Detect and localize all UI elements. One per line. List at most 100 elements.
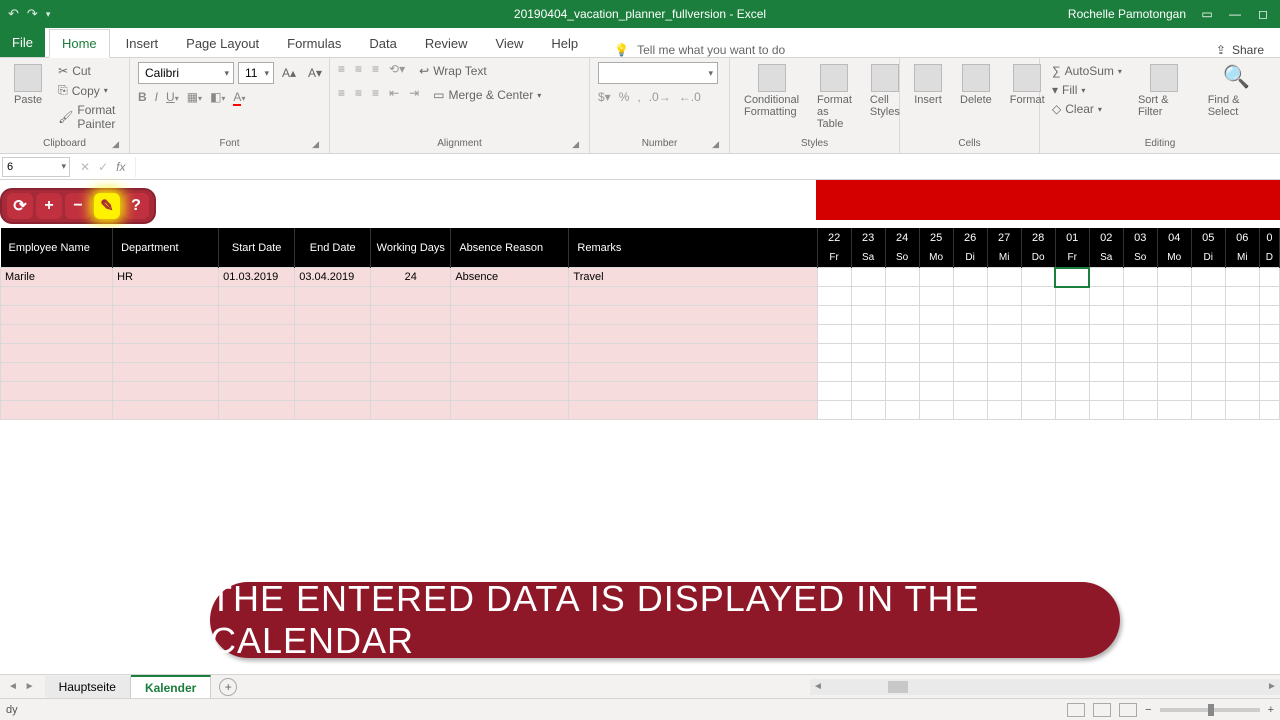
- tab-insert[interactable]: Insert: [114, 30, 171, 57]
- calendar-cell[interactable]: [817, 268, 851, 287]
- calendar-cell[interactable]: [851, 306, 885, 325]
- calendar-cell[interactable]: [953, 325, 987, 344]
- calendar-cell[interactable]: [817, 382, 851, 401]
- tab-home[interactable]: Home: [49, 29, 110, 58]
- calendar-cell[interactable]: [817, 287, 851, 306]
- calendar-cell[interactable]: [1055, 382, 1089, 401]
- minimize-icon[interactable]: —: [1228, 7, 1242, 21]
- page-break-view-button[interactable]: [1119, 703, 1137, 717]
- empty-cell[interactable]: [569, 401, 817, 420]
- calendar-cell[interactable]: [919, 382, 953, 401]
- calendar-cell[interactable]: [1259, 401, 1279, 420]
- calendar-cell[interactable]: [1055, 344, 1089, 363]
- decrease-indent-icon[interactable]: ⇤: [389, 86, 399, 104]
- calendar-cell[interactable]: [851, 325, 885, 344]
- empty-cell[interactable]: [113, 401, 219, 420]
- calendar-cell[interactable]: [1089, 363, 1123, 382]
- percent-icon[interactable]: %: [619, 90, 630, 104]
- calendar-cell[interactable]: [1157, 306, 1191, 325]
- delete-cells-button[interactable]: Delete: [954, 62, 998, 108]
- calendar-cell[interactable]: [1157, 287, 1191, 306]
- calendar-cell[interactable]: [1259, 382, 1279, 401]
- calendar-cell[interactable]: [885, 363, 919, 382]
- calendar-cell[interactable]: [1123, 287, 1157, 306]
- empty-cell[interactable]: [1, 325, 113, 344]
- calendar-cell[interactable]: [1123, 401, 1157, 420]
- cell-end[interactable]: 03.04.2019: [295, 268, 371, 287]
- empty-cell[interactable]: [113, 382, 219, 401]
- empty-cell[interactable]: [295, 363, 371, 382]
- calendar-cell[interactable]: [1021, 306, 1055, 325]
- calendar-cell[interactable]: [1021, 344, 1055, 363]
- align-right-icon[interactable]: ≡: [372, 86, 379, 104]
- calendar-cell[interactable]: [987, 325, 1021, 344]
- empty-cell[interactable]: [569, 363, 817, 382]
- empty-cell[interactable]: [371, 401, 451, 420]
- maximize-icon[interactable]: ◻: [1256, 7, 1270, 21]
- calendar-cell[interactable]: [1225, 268, 1259, 287]
- empty-cell[interactable]: [295, 344, 371, 363]
- name-box[interactable]: 6: [2, 157, 70, 177]
- calendar-cell[interactable]: [1021, 325, 1055, 344]
- calendar-cell[interactable]: [1157, 401, 1191, 420]
- calendar-cell[interactable]: [817, 363, 851, 382]
- calendar-cell[interactable]: [1055, 306, 1089, 325]
- dialog-launcher-icon[interactable]: ◢: [712, 139, 719, 150]
- scrollbar-thumb[interactable]: [888, 681, 908, 693]
- font-size-select[interactable]: 11: [238, 62, 274, 84]
- calendar-cell[interactable]: [1123, 382, 1157, 401]
- empty-cell[interactable]: [295, 325, 371, 344]
- empty-cell[interactable]: [219, 306, 295, 325]
- calendar-cell[interactable]: [885, 287, 919, 306]
- help-button[interactable]: ?: [123, 193, 149, 219]
- empty-cell[interactable]: [451, 325, 569, 344]
- empty-cell[interactable]: [451, 401, 569, 420]
- autosum-button[interactable]: ∑AutoSum▾: [1048, 62, 1126, 80]
- calendar-cell[interactable]: [851, 287, 885, 306]
- decrease-decimal-icon[interactable]: ←.0: [679, 90, 701, 104]
- zoom-out-button[interactable]: −: [1145, 704, 1151, 716]
- calendar-cell[interactable]: [1055, 268, 1089, 287]
- format-as-table-button[interactable]: Format as Table: [811, 62, 858, 132]
- empty-cell[interactable]: [371, 363, 451, 382]
- cell-days[interactable]: 24: [371, 268, 451, 287]
- empty-cell[interactable]: [219, 344, 295, 363]
- empty-cell[interactable]: [371, 325, 451, 344]
- border-button[interactable]: ▦▾: [187, 90, 202, 104]
- calendar-cell[interactable]: [1191, 382, 1225, 401]
- font-color-button[interactable]: A▾: [233, 90, 245, 104]
- calendar-cell[interactable]: [987, 344, 1021, 363]
- calendar-cell[interactable]: [953, 363, 987, 382]
- empty-cell[interactable]: [113, 344, 219, 363]
- wrap-text-button[interactable]: ↩Wrap Text: [415, 62, 491, 80]
- calendar-cell[interactable]: [1089, 401, 1123, 420]
- calendar-cell[interactable]: [1191, 344, 1225, 363]
- empty-cell[interactable]: [451, 306, 569, 325]
- user-name[interactable]: Rochelle Pamotongan: [1068, 7, 1186, 21]
- calendar-cell[interactable]: [1157, 325, 1191, 344]
- empty-cell[interactable]: [371, 382, 451, 401]
- scroll-left-icon[interactable]: ◄: [810, 681, 826, 692]
- format-painter-button[interactable]: 🖌Format Painter: [54, 101, 121, 133]
- calendar-cell[interactable]: [953, 382, 987, 401]
- conditional-formatting-button[interactable]: Conditional Formatting: [738, 62, 805, 120]
- calendar-cell[interactable]: [1191, 268, 1225, 287]
- calendar-cell[interactable]: [919, 287, 953, 306]
- empty-cell[interactable]: [569, 344, 817, 363]
- calendar-cell[interactable]: [1191, 325, 1225, 344]
- increase-decimal-icon[interactable]: .0→: [649, 90, 671, 104]
- calendar-cell[interactable]: [1021, 268, 1055, 287]
- increase-indent-icon[interactable]: ⇥: [409, 86, 419, 104]
- comma-icon[interactable]: ,: [637, 90, 640, 104]
- fill-color-button[interactable]: ◧▾: [210, 90, 225, 104]
- zoom-slider[interactable]: [1160, 708, 1260, 712]
- calendar-cell[interactable]: [885, 306, 919, 325]
- cell-name[interactable]: Marile: [1, 268, 113, 287]
- calendar-cell[interactable]: [1123, 325, 1157, 344]
- calendar-cell[interactable]: [1021, 382, 1055, 401]
- accounting-format-icon[interactable]: $▾: [598, 90, 611, 104]
- page-layout-view-button[interactable]: [1093, 703, 1111, 717]
- empty-cell[interactable]: [451, 363, 569, 382]
- horizontal-scrollbar[interactable]: ◄ ►: [810, 679, 1280, 695]
- calendar-cell[interactable]: [1055, 363, 1089, 382]
